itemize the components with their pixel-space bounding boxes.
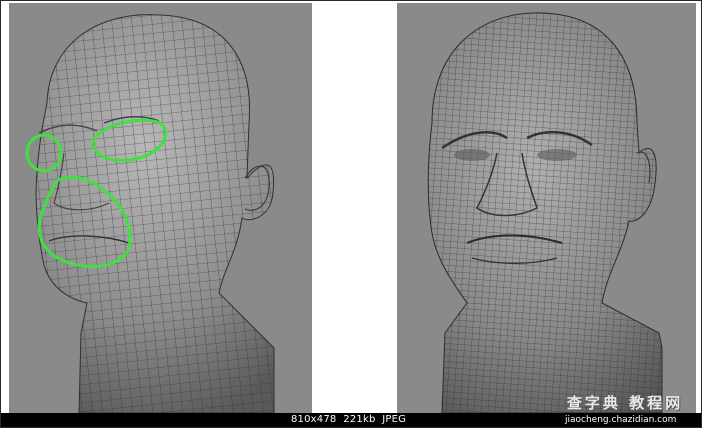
- image-info-bar: 810x478 221kb JPEG: [1, 413, 701, 427]
- image-file-size: 221kb: [343, 414, 376, 425]
- left-head-panel: [9, 3, 312, 413]
- image-dimensions: 810x478: [291, 414, 337, 425]
- head-model-left-image: [25, 14, 275, 413]
- head-model-right-image: [427, 12, 663, 413]
- image-frame: [0, 0, 702, 428]
- right-head-panel: [397, 3, 696, 413]
- image-info-text: 810x478 221kb JPEG: [291, 413, 406, 427]
- image-format: JPEG: [382, 414, 407, 425]
